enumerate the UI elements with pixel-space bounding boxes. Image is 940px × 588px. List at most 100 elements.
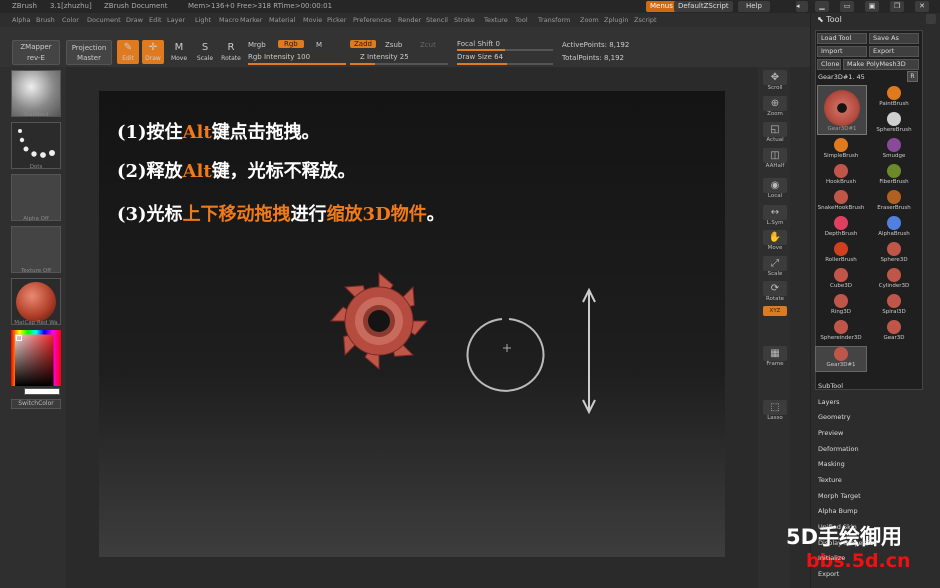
tool-gear3d[interactable]: Gear3D <box>868 320 920 346</box>
draw-size-label[interactable]: Draw Size 64 <box>457 53 503 61</box>
save-as-button[interactable]: Save As <box>869 33 919 44</box>
tool-smudge[interactable]: Smudge <box>868 138 920 164</box>
m-button[interactable]: M <box>316 41 322 49</box>
help-button[interactable]: Help <box>738 1 770 12</box>
menu-document[interactable]: Document <box>87 13 121 27</box>
layout-icon[interactable]: ▭ <box>840 1 854 12</box>
section-texture[interactable]: Texture <box>818 476 842 484</box>
alpha-thumb[interactable] <box>11 174 61 221</box>
menus-button[interactable]: Menus <box>646 1 677 12</box>
focal-shift-label[interactable]: Focal Shift 0 <box>457 40 500 48</box>
zsub-button[interactable]: Zsub <box>385 41 402 49</box>
menu-preferences[interactable]: Preferences <box>353 13 391 27</box>
scale-tool-button[interactable]: S Scale <box>194 40 216 64</box>
scale-button[interactable]: ⤢ Scale <box>763 256 787 280</box>
move-button[interactable]: ✋ Move <box>763 230 787 254</box>
restore-icon[interactable]: ❐ <box>890 1 904 12</box>
scroll-button[interactable]: ✥ Scroll <box>763 70 787 94</box>
tool-depthbrush[interactable]: DepthBrush <box>815 216 867 242</box>
reset-button[interactable]: R <box>907 71 918 82</box>
aahalf-button[interactable]: ◫ AAHalf <box>763 148 787 172</box>
menu-brush[interactable]: Brush <box>36 13 55 27</box>
menu-texture[interactable]: Texture <box>484 13 508 27</box>
rotate-tool-button[interactable]: R Rotate <box>220 40 242 64</box>
document-canvas[interactable]: (1)按住Alt键点击拖拽。 (2)释放Alt键，光标不释放。 (3)光标上下移… <box>99 91 725 557</box>
tool-hookbrush[interactable]: HookBrush <box>815 164 867 190</box>
zadd-button[interactable]: Zadd <box>350 40 376 48</box>
menu-movie[interactable]: Movie <box>303 13 322 27</box>
tool-cylinder3d[interactable]: Cylinder3D <box>868 268 920 294</box>
palette-close-icon[interactable] <box>926 14 936 24</box>
minimize-icon[interactable]: ▁ <box>815 1 829 12</box>
section-initialize[interactable]: Initialize <box>818 554 845 562</box>
xyz-button[interactable]: XYZ <box>763 306 787 316</box>
menu-stroke[interactable]: Stroke <box>454 13 475 27</box>
mrgb-button[interactable]: Mrgb <box>248 41 266 49</box>
menu-macro[interactable]: Macro <box>219 13 239 27</box>
section-geometry[interactable]: Geometry <box>818 413 850 421</box>
draw-tool-button[interactable]: ✛ Draw <box>142 40 164 64</box>
menu-alpha[interactable]: Alpha <box>12 13 30 27</box>
section-layers[interactable]: Layers <box>818 398 840 406</box>
section-alpha-bump[interactable]: Alpha Bump <box>818 507 858 515</box>
tool-spherebrush[interactable]: SphereBrush <box>868 112 920 138</box>
projection-master-button[interactable]: Projection Master <box>66 40 112 65</box>
lsym-button[interactable]: ↔ L.Sym <box>763 205 787 229</box>
load-tool-button[interactable]: Load Tool <box>817 33 867 44</box>
current-tool-thumb[interactable]: Gear3D#1 <box>817 85 867 135</box>
menu-layer[interactable]: Layer <box>167 13 185 27</box>
section-masking[interactable]: Masking <box>818 460 845 468</box>
menu-picker[interactable]: Picker <box>327 13 346 27</box>
menu-zplugin[interactable]: Zplugin <box>604 13 629 27</box>
menu-transform[interactable]: Transform <box>538 13 570 27</box>
lock-icon[interactable]: ▣ <box>865 1 879 12</box>
section-unified-skin[interactable]: Unified Skin <box>818 523 857 531</box>
z-intensity-slider[interactable] <box>350 63 448 65</box>
menu-tool[interactable]: Tool <box>515 13 528 27</box>
tool-sphere3d[interactable]: Sphere3D <box>868 242 920 268</box>
actual-button[interactable]: ◱ Actual <box>763 122 787 146</box>
frame-button[interactable]: ▦ Frame <box>763 346 787 370</box>
tool-fiberbrush[interactable]: FiberBrush <box>868 164 920 190</box>
secondary-color[interactable] <box>24 388 60 395</box>
zoom-button[interactable]: ⊕ Zoom <box>763 96 787 120</box>
rotate-button[interactable]: ⟳ Rotate <box>763 281 787 305</box>
brush-standard-thumb[interactable] <box>11 70 61 117</box>
local-button[interactable]: ◉ Local <box>763 178 787 202</box>
make-polymesh-button[interactable]: Make PolyMesh3D <box>843 59 919 70</box>
draw-size-slider[interactable] <box>457 63 553 65</box>
tool-ring3d[interactable]: Ring3D <box>815 294 867 320</box>
menu-edit[interactable]: Edit <box>149 13 162 27</box>
material-thumb[interactable] <box>11 278 61 325</box>
tool-paintbrush[interactable]: PaintBrush <box>868 86 920 112</box>
edit-tool-button[interactable]: ✎ Edit <box>117 40 139 64</box>
gear3d-model[interactable] <box>324 266 434 376</box>
tool-eraserbrush[interactable]: EraserBrush <box>868 190 920 216</box>
hide-icon[interactable]: ◂ <box>796 1 808 12</box>
menu-zscript[interactable]: Zscript <box>634 13 657 27</box>
texture-thumb[interactable] <box>11 226 61 273</box>
rgb-intensity-slider[interactable] <box>248 63 346 65</box>
rgb-button[interactable]: Rgb <box>278 40 304 48</box>
section-morph-target[interactable]: Morph Target <box>818 492 861 500</box>
menu-material[interactable]: Material <box>269 13 295 27</box>
close-icon[interactable]: ✕ <box>915 1 929 12</box>
stroke-dots-thumb[interactable] <box>11 122 61 169</box>
menu-light[interactable]: Light <box>195 13 211 27</box>
z-intensity-label[interactable]: Z Intensity 25 <box>360 53 409 61</box>
default-zscript-button[interactable]: DefaultZScript <box>674 1 733 12</box>
tool-sphereinder3d[interactable]: Sphereinder3D <box>815 320 867 346</box>
tool-rollerbrush[interactable]: RollerBrush <box>815 242 867 268</box>
section-subtool[interactable]: SubTool <box>818 382 843 390</box>
zmapper-button[interactable]: ZMapper rev-E <box>12 40 60 65</box>
section-deformation[interactable]: Deformation <box>818 445 859 453</box>
tool-snakehookbrush[interactable]: SnakeHookBrush <box>815 190 867 216</box>
export-button[interactable]: Export <box>869 46 919 57</box>
move-tool-button[interactable]: M Move <box>168 40 190 64</box>
menu-zoom[interactable]: Zoom <box>580 13 599 27</box>
tool-gear3d-1[interactable]: Gear3D#1 <box>815 346 867 372</box>
import-button[interactable]: Import <box>817 46 867 57</box>
section-export[interactable]: Export <box>818 570 839 578</box>
focal-shift-slider[interactable] <box>457 49 553 51</box>
menu-draw[interactable]: Draw <box>126 13 143 27</box>
